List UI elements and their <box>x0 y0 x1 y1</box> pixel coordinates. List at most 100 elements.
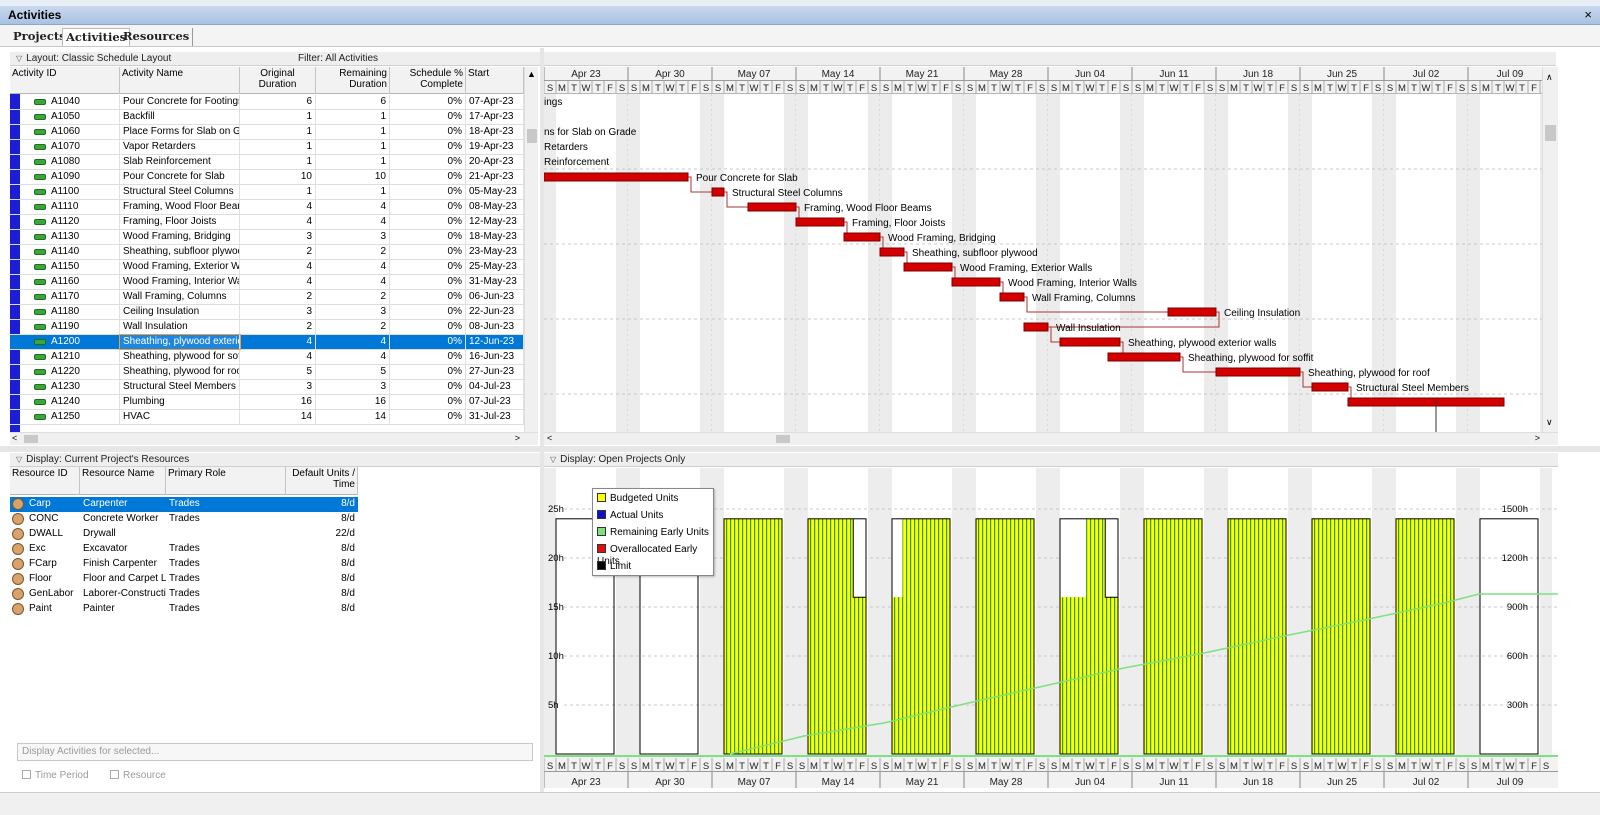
activity-row[interactable]: A1190 Wall Insulation 2 2 0% 08-Jun-23 <box>10 320 524 335</box>
gantt-hscroll[interactable]: < > <box>544 432 1558 445</box>
resource-row[interactable]: CONC Concrete Worker Trades 8/d <box>10 512 358 527</box>
activity-row[interactable]: A1180 Ceiling Insulation 3 3 0% 22-Jun-23 <box>10 305 524 320</box>
resource-row[interactable]: Floor Floor and Carpet LayTrades 8/d <box>10 572 358 587</box>
week-label: May 21 <box>906 777 939 788</box>
activity-id: A1160 <box>48 275 120 289</box>
activity-name[interactable]: Wood Framing, Bridging <box>120 230 240 244</box>
col-activity-name[interactable]: Activity Name <box>120 67 240 94</box>
tab-projects[interactable]: Projects <box>10 28 69 46</box>
col-original-duration[interactable]: Original Duration <box>240 67 316 94</box>
resource-checkbox-box[interactable] <box>110 770 119 779</box>
activity-row[interactable]: A1230 Structural Steel Members 3 3 0% 04-Jul-… <box>10 380 524 395</box>
col-default-units[interactable]: Default Units / Time <box>286 467 358 495</box>
activity-row[interactable]: A1170 Wall Framing, Columns 2 2 0% 06-Jun-23 <box>10 290 524 305</box>
activity-row[interactable]: A1110 Framing, Wood Floor Beams 4 4 0% 08-May… <box>10 200 524 215</box>
gantt-scroll-right-icon[interactable]: > <box>1535 433 1540 443</box>
gantt-chart[interactable]: ings ns for Slab on Grade Retarders Reinfo… <box>544 94 1542 432</box>
scroll-up-icon[interactable]: ▲ <box>527 69 536 79</box>
activity-name[interactable]: Ceiling Insulation <box>120 305 240 319</box>
resource-collapse-caret-icon[interactable]: ▽ <box>16 455 22 464</box>
activity-name[interactable]: HVAC <box>120 410 240 424</box>
activity-name[interactable]: Place Forms for Slab on Grad <box>120 125 240 139</box>
resource-row[interactable]: Paint Painter Trades 8/d <box>10 602 358 617</box>
gantt-bar-label: Sheathing, plywood exterior walls <box>1128 338 1276 349</box>
original-duration: 5 <box>240 365 316 379</box>
horizontal-splitter[interactable] <box>0 446 1600 452</box>
scroll-left-icon[interactable]: < <box>12 433 17 443</box>
resource-row[interactable]: FCarp Finish Carpenter Trades 8/d <box>10 557 358 572</box>
activity-row[interactable]: A1160 Wood Framing, Interior Walls 4 4 0% 31-… <box>10 275 524 290</box>
activity-row[interactable]: A1200Sheathing, plywood exterior v440%12… <box>10 334 524 350</box>
activity-name[interactable]: Pour Concrete for Footings <box>120 95 240 109</box>
activity-row[interactable]: A1240 Plumbing 16 16 0% 07-Jul-23 <box>10 395 524 410</box>
activity-name[interactable]: Sheathing, plywood exterior v <box>119 334 241 350</box>
activity-name[interactable]: Wall Framing, Columns <box>120 290 240 304</box>
col-primary-role[interactable]: Primary Role <box>166 467 286 495</box>
activity-row[interactable]: A1070 Vapor Retarders 1 1 0% 19-Apr-23 <box>10 140 524 155</box>
activity-name[interactable]: Wood Framing, Exterior Walls <box>120 260 240 274</box>
hscroll-thumb[interactable] <box>24 435 38 443</box>
activity-row[interactable]: A1250 HVAC 14 14 0% 31-Jul-23 <box>10 410 524 425</box>
activity-name[interactable]: Structural Steel Members <box>120 380 240 394</box>
col-remaining-duration[interactable]: Remaining Duration <box>316 67 390 94</box>
activity-row[interactable]: A1150Wood Framing, Exterior Walls440%25-… <box>10 260 524 275</box>
activity-name[interactable]: Sheathing, subfloor plywood <box>120 245 240 259</box>
activity-name[interactable]: Vapor Retarders <box>120 140 240 154</box>
gantt-hscroll-thumb[interactable] <box>776 435 790 443</box>
activity-row[interactable]: A1090 Pour Concrete for Slab 10 10 0% 21-Apr-… <box>10 170 524 185</box>
activity-name[interactable]: Framing, Floor Joists <box>120 215 240 229</box>
activity-name[interactable]: Structural Steel Columns <box>120 185 240 199</box>
gantt-bar-label: ns for Slab on Grade <box>544 127 637 138</box>
activity-name[interactable]: Plumbing <box>120 395 240 409</box>
activity-row[interactable]: A1210 Sheathing, plywood for soffit 4 4 0% 16… <box>10 350 524 365</box>
time-period-checkbox[interactable]: Time Period <box>22 770 89 781</box>
gantt-vscroll[interactable]: ∧ ∨ <box>1542 67 1558 432</box>
activity-name[interactable]: Backfill <box>120 110 240 124</box>
scroll-thumb[interactable] <box>527 129 537 143</box>
gantt-scroll-down-icon[interactable]: ∨ <box>1546 417 1553 428</box>
display-activities-button[interactable]: Display Activities for selected... <box>17 743 533 761</box>
activity-name[interactable]: Wood Framing, Interior Walls <box>120 275 240 289</box>
gantt-scroll-left-icon[interactable]: < <box>547 433 552 443</box>
col-activity-id[interactable]: Activity ID <box>10 67 120 94</box>
col-start[interactable]: Start <box>466 67 524 94</box>
activity-vscroll[interactable]: ▲ <box>524 67 538 432</box>
gantt-scroll-thumb[interactable] <box>1545 125 1556 141</box>
activity-row[interactable]: A1220 Sheathing, plywood for roof 5 5 0% 27-J… <box>10 365 524 380</box>
resource-row[interactable]: Carp Carpenter Trades 8/d <box>10 497 358 512</box>
resource-row[interactable]: GenLabor Laborer-ConstructionTrades 8/d <box>10 587 358 602</box>
activity-row[interactable]: A1040 Pour Concrete for Footings 6 6 0% 07-Ap… <box>10 95 524 110</box>
activity-name[interactable]: Pour Concrete for Slab <box>120 170 240 184</box>
remaining-units-stripe <box>1350 518 1352 754</box>
close-icon[interactable]: × <box>1584 7 1592 22</box>
activity-row[interactable]: A1100 Structural Steel Columns 1 1 0% 05-May-… <box>10 185 524 200</box>
resource-checkbox[interactable]: Resource <box>110 770 166 781</box>
activity-name[interactable]: Framing, Wood Floor Beams <box>120 200 240 214</box>
activity-hscroll[interactable]: < > <box>10 432 538 445</box>
gantt-scroll-up-icon[interactable]: ∧ <box>1546 72 1553 83</box>
col-schedule-complete[interactable]: Schedule % Complete <box>390 67 466 94</box>
day-label: T <box>595 761 601 772</box>
activity-row[interactable]: A1120 Framing, Floor Joists 4 4 0% 12-May-23 <box>10 215 524 230</box>
time-period-checkbox-box[interactable] <box>22 770 31 779</box>
histogram-collapse-caret-icon[interactable]: ▽ <box>550 455 556 464</box>
activity-row[interactable]: A1050 Backfill 1 1 0% 17-Apr-23 <box>10 110 524 125</box>
activity-row[interactable]: A1140 Sheathing, subfloor plywood 2 2 0% 23-M… <box>10 245 524 260</box>
col-resource-id[interactable]: Resource ID <box>10 467 80 495</box>
scroll-right-icon[interactable]: > <box>515 433 520 443</box>
resource-row[interactable]: DWALL Drywall 22/d <box>10 527 358 542</box>
resource-display-bar[interactable]: ▽ Display: Current Project's Resources <box>10 453 540 467</box>
activity-row[interactable]: A1130 Wood Framing, Bridging 3 3 0% 18-May-23 <box>10 230 524 245</box>
activity-name[interactable]: Slab Reinforcement <box>120 155 240 169</box>
resource-row[interactable]: Exc Excavator Trades 8/d <box>10 542 358 557</box>
collapse-caret-icon[interactable]: ▽ <box>16 54 22 63</box>
tab-resources[interactable]: Resources <box>120 28 194 46</box>
activity-name[interactable]: Sheathing, plywood for soffit <box>120 350 240 364</box>
activity-name[interactable]: Sheathing, plywood for roof <box>120 365 240 379</box>
activity-row[interactable]: A1060Place Forms for Slab on Grad110%18-… <box>10 125 524 140</box>
histogram-display-bar[interactable]: ▽ Display: Open Projects Only <box>544 453 1558 467</box>
activity-row[interactable]: A1080 Slab Reinforcement 1 1 0% 20-Apr-23 <box>10 155 524 170</box>
layout-bar[interactable]: ▽ Layout: Classic Schedule Layout Filter:… <box>10 52 540 66</box>
activity-name[interactable]: Wall Insulation <box>120 320 240 334</box>
col-resource-name[interactable]: Resource Name <box>80 467 166 495</box>
